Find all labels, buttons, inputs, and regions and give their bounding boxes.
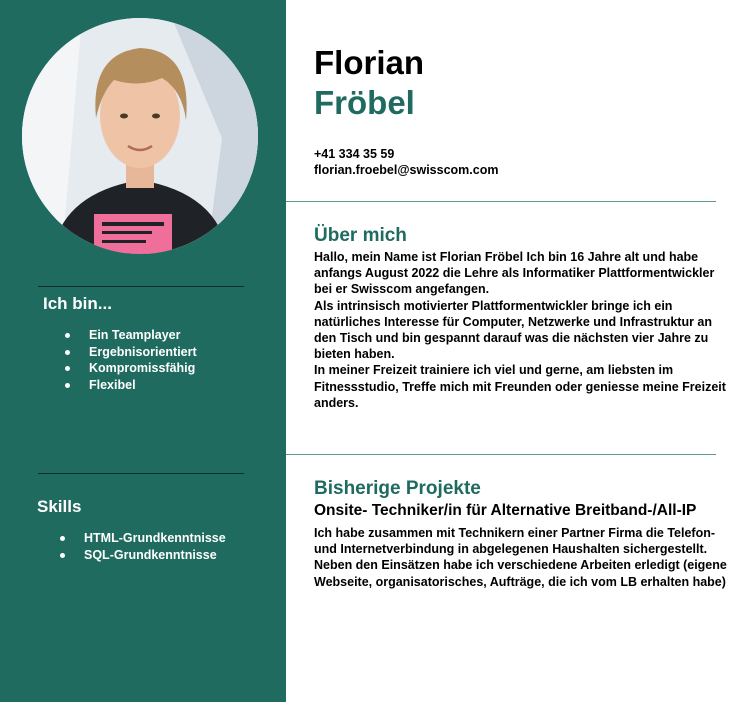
- trait-item: Ergebnisorientiert: [65, 344, 197, 361]
- sidebar-divider-bottom: [38, 473, 244, 474]
- about-paragraph: Als intrinsisch motivierter Plattforment…: [314, 298, 713, 362]
- skills-heading: Skills: [37, 497, 82, 516]
- traits-heading: Ich bin...: [43, 294, 112, 313]
- email-address[interactable]: florian.froebel@swisscom.com: [314, 163, 498, 177]
- main-divider-top: [286, 201, 716, 202]
- project-description: Ich habe zusammen mit Technikern einer P…: [314, 525, 734, 590]
- about-title: Über mich: [314, 225, 407, 246]
- phone-number: +41 334 35 59: [314, 147, 395, 161]
- skill-item: HTML-Grundkenntnisse: [60, 530, 226, 547]
- trait-item: Flexibel: [65, 377, 197, 394]
- first-name: Florian: [314, 44, 425, 81]
- projects-title: Bisherige Projekte: [314, 478, 481, 499]
- project-paragraph: Neben den Einsätzen habe ich verschieden…: [314, 558, 727, 589]
- about-text: Hallo, mein Name ist Florian Fröbel Ich …: [314, 249, 734, 411]
- skill-item: SQL-Grundkenntnisse: [60, 547, 226, 564]
- about-paragraph: In meiner Freizeit trainiere ich viel un…: [314, 363, 726, 410]
- main-divider-bottom: [286, 454, 716, 455]
- skills-list: HTML-Grundkenntnisse SQL-Grundkenntnisse: [60, 530, 226, 563]
- last-name: Fröbel: [314, 84, 415, 121]
- trait-item: Kompromissfähig: [65, 360, 197, 377]
- about-paragraph: Hallo, mein Name ist Florian Fröbel Ich …: [314, 250, 715, 297]
- profile-photo: [22, 18, 258, 254]
- sidebar: Ich bin... Ein Teamplayer Ergebnisorient…: [0, 0, 286, 702]
- project-title: Onsite- Techniker/in für Alternative Bre…: [314, 502, 697, 519]
- trait-item: Ein Teamplayer: [65, 327, 197, 344]
- sidebar-divider-top: [38, 286, 244, 287]
- project-paragraph: Ich habe zusammen mit Technikern einer P…: [314, 526, 716, 557]
- traits-list: Ein Teamplayer Ergebnisorientiert Kompro…: [65, 327, 197, 393]
